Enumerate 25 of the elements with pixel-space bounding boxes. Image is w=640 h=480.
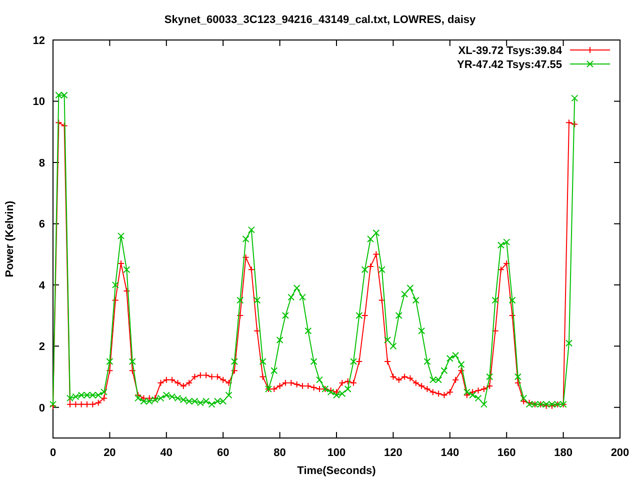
x-tick-label: 0 xyxy=(50,447,56,459)
x-tick-label: 160 xyxy=(497,447,516,459)
y-tick-label: 8 xyxy=(38,157,45,170)
y-tick-label: 6 xyxy=(38,218,45,231)
x-axis-label: Time(Seconds) xyxy=(297,465,376,477)
x-tick-label: 180 xyxy=(554,447,572,459)
x-tick-label: 100 xyxy=(327,447,346,459)
x-tick-label: 80 xyxy=(274,447,286,459)
legend-label: YR-47.42 Tsys:47.55 xyxy=(457,59,562,71)
x-tick-label: 60 xyxy=(216,447,230,459)
legend-label: XL-39.72 Tsys:39.84 xyxy=(458,45,562,57)
x-tick-label: 140 xyxy=(440,447,460,459)
y-tick-label: 10 xyxy=(32,96,45,108)
legend-swatch xyxy=(570,60,610,68)
x-tick-label: 40 xyxy=(160,447,173,459)
y-axis-label: Power (Kelvin) xyxy=(4,200,16,278)
x-tick-label: 200 xyxy=(610,447,630,459)
y-tick-label: 0 xyxy=(38,402,45,414)
y-tick-label: 4 xyxy=(38,280,45,292)
chart-title: Skynet_60033_3C123_94216_43149_cal.txt, LOWRES, daisy xyxy=(164,14,476,26)
x-tick-label: 120 xyxy=(384,447,402,459)
legend-swatch xyxy=(570,46,610,54)
y-tick-label: 12 xyxy=(32,35,45,47)
x-tick-label: 20 xyxy=(104,447,116,459)
y-tick-label: 2 xyxy=(38,341,45,354)
